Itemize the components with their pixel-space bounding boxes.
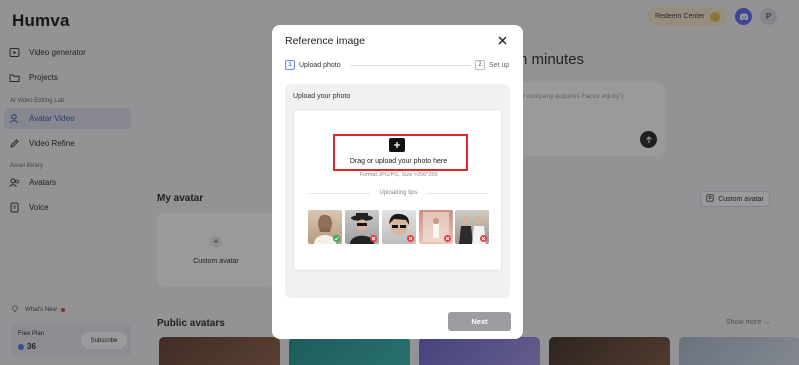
step-divider xyxy=(350,65,471,66)
tip-example-bad xyxy=(345,210,379,244)
tip-example-bad xyxy=(455,210,489,244)
close-icon[interactable] xyxy=(495,33,509,47)
drag-upload-text: Drag or upload your photo here xyxy=(349,158,448,165)
upload-dropzone[interactable]: Drag or upload your photo here Format:JP… xyxy=(293,109,502,271)
cross-icon xyxy=(407,235,414,242)
next-button[interactable]: Next xyxy=(448,312,511,331)
reference-image-modal: Reference image 1 Upload photo 2 Set up … xyxy=(272,25,523,339)
cross-icon xyxy=(444,235,451,242)
modal-title: Reference image xyxy=(285,35,365,47)
uploading-tips-divider: Uploading tips xyxy=(309,188,488,198)
upload-plus-button[interactable] xyxy=(389,138,405,152)
format-hint: Format:JPG/PG, Size >256*256 xyxy=(359,172,438,178)
upload-panel: Upload your photo Drag or upload your ph… xyxy=(285,84,510,298)
step-2-label: Set up xyxy=(489,62,510,69)
cross-icon xyxy=(480,235,487,242)
tip-example-bad xyxy=(382,210,416,244)
step-2-badge: 2 xyxy=(475,60,485,70)
uploading-tips-label: Uploading tips xyxy=(379,190,418,196)
upload-panel-title: Upload your photo xyxy=(293,93,351,100)
step-1-badge: 1 xyxy=(285,60,295,70)
cross-icon xyxy=(370,235,377,242)
tip-example-good xyxy=(308,210,342,244)
tip-example-bad xyxy=(419,210,453,244)
step-1-label: Upload photo xyxy=(299,62,341,69)
check-icon xyxy=(333,235,340,242)
plus-icon xyxy=(394,142,400,148)
